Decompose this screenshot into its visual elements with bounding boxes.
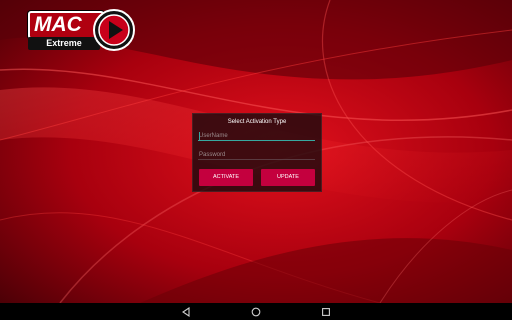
text-cursor xyxy=(199,132,200,140)
recent-square-icon[interactable] xyxy=(321,307,331,317)
update-button[interactable]: UPDATE xyxy=(261,169,315,186)
password-placeholder: Password xyxy=(199,152,226,158)
play-icon xyxy=(93,9,135,51)
mac-extreme-logo: MAC Extreme xyxy=(28,8,146,52)
activate-button[interactable]: ACTIVATE xyxy=(199,169,253,186)
logo-tagline-text: Extreme xyxy=(46,38,82,48)
password-field[interactable]: Password xyxy=(198,151,315,160)
android-nav-bar xyxy=(0,303,512,320)
username-field[interactable]: UserName xyxy=(198,132,315,141)
back-triangle-icon[interactable] xyxy=(181,307,191,317)
username-placeholder: UserName xyxy=(199,133,228,139)
activation-dialog: Select Activation Type UserName Password… xyxy=(192,113,322,192)
home-circle-icon[interactable] xyxy=(251,307,261,317)
logo-brand-text: MAC xyxy=(34,13,82,36)
dialog-title: Select Activation Type xyxy=(227,119,287,125)
app-screen: MAC Extreme Select Activation Type UserN… xyxy=(0,0,512,303)
logo-tagline-box: Extreme xyxy=(28,37,100,50)
